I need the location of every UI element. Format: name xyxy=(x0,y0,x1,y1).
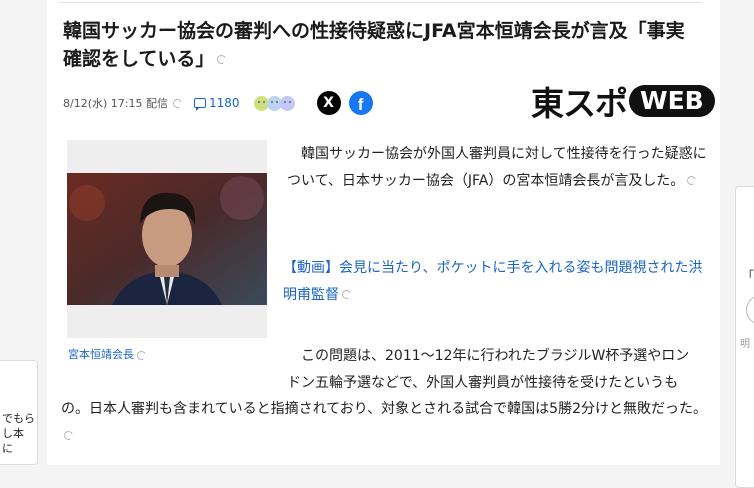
portrait-image xyxy=(67,173,267,305)
paragraph-text: 韓国サッカー協会が外国人審判員に対して性接待を行った疑惑について、日本サッカー協… xyxy=(287,146,707,189)
x-share-icon[interactable]: X xyxy=(316,91,341,115)
left-card-line: し本 xyxy=(2,427,24,440)
paragraph-text: の。日本人審判も含まれていると指摘されており、対象とされる試合で韓国は5勝2分け… xyxy=(61,401,707,417)
publisher-logo-web: WEB xyxy=(629,85,715,117)
reaction-face-icon xyxy=(279,95,295,111)
publisher-logo-jp: 東スポ xyxy=(531,84,628,123)
left-card-line: に xyxy=(2,442,13,455)
translate-icon[interactable] xyxy=(62,429,75,442)
translate-icon[interactable] xyxy=(686,174,698,187)
left-card-line: でもら xyxy=(2,412,35,425)
article-title: 韓国サッカー協会の審判への性接待疑惑にJFA宮本恒靖会長が言及「事実確認をしてい… xyxy=(63,17,703,73)
article-paragraph: この問題は、2011～12年に行われたブラジルW杯予選やロン ドン五輪予選などで… xyxy=(61,343,707,449)
right-side-panel[interactable]: 「 明 xyxy=(735,186,754,488)
translate-icon[interactable] xyxy=(340,288,353,301)
article-title-text: 韓国サッカー協会の審判への性接待疑惑にJFA宮本恒靖会長が言及「事実確認をしてい… xyxy=(63,20,685,70)
article-meta: 8/12(水) 17:15 配信 1180 X f xyxy=(63,91,373,115)
publisher-logo[interactable]: 東スポ WEB xyxy=(531,82,715,123)
comment-icon xyxy=(193,98,206,111)
translate-icon[interactable] xyxy=(171,97,184,109)
article-paragraph: 韓国サッカー協会が外国人審判員に対して性接待を行った疑惑について、日本サッカー協… xyxy=(287,141,707,194)
right-panel-text: 明 xyxy=(740,339,750,350)
divider xyxy=(59,2,702,3)
article-container: 韓国サッカー協会の審判への性接待疑惑にJFA宮本恒靖会長が言及「事実確認をしてい… xyxy=(47,0,720,465)
facebook-share-icon[interactable]: f xyxy=(348,91,373,115)
paragraph-text: ドン五輪予選などで、外国人審判員が性接待を受けたというも xyxy=(287,374,679,391)
related-video-link[interactable]: 【動画】会見に当たり、ポケットに手を入れる姿も問題視された洪明甫監督 xyxy=(283,255,713,308)
comment-count: 1180 xyxy=(208,96,240,110)
left-recommend-card[interactable]: でもら し本 に xyxy=(0,360,38,465)
translate-icon[interactable] xyxy=(216,53,228,66)
paragraph-text: この問題は、2011～12年に行われたブラジルW杯予選やロン xyxy=(301,348,690,364)
publish-date: 8/12(水) 17:15 配信 xyxy=(63,97,168,110)
article-photo[interactable] xyxy=(67,140,267,338)
right-panel-circle xyxy=(746,295,754,325)
reaction-faces-icon[interactable] xyxy=(253,95,295,111)
comment-link[interactable]: 1180 xyxy=(193,96,240,111)
right-panel-quote: 「 xyxy=(742,269,754,283)
